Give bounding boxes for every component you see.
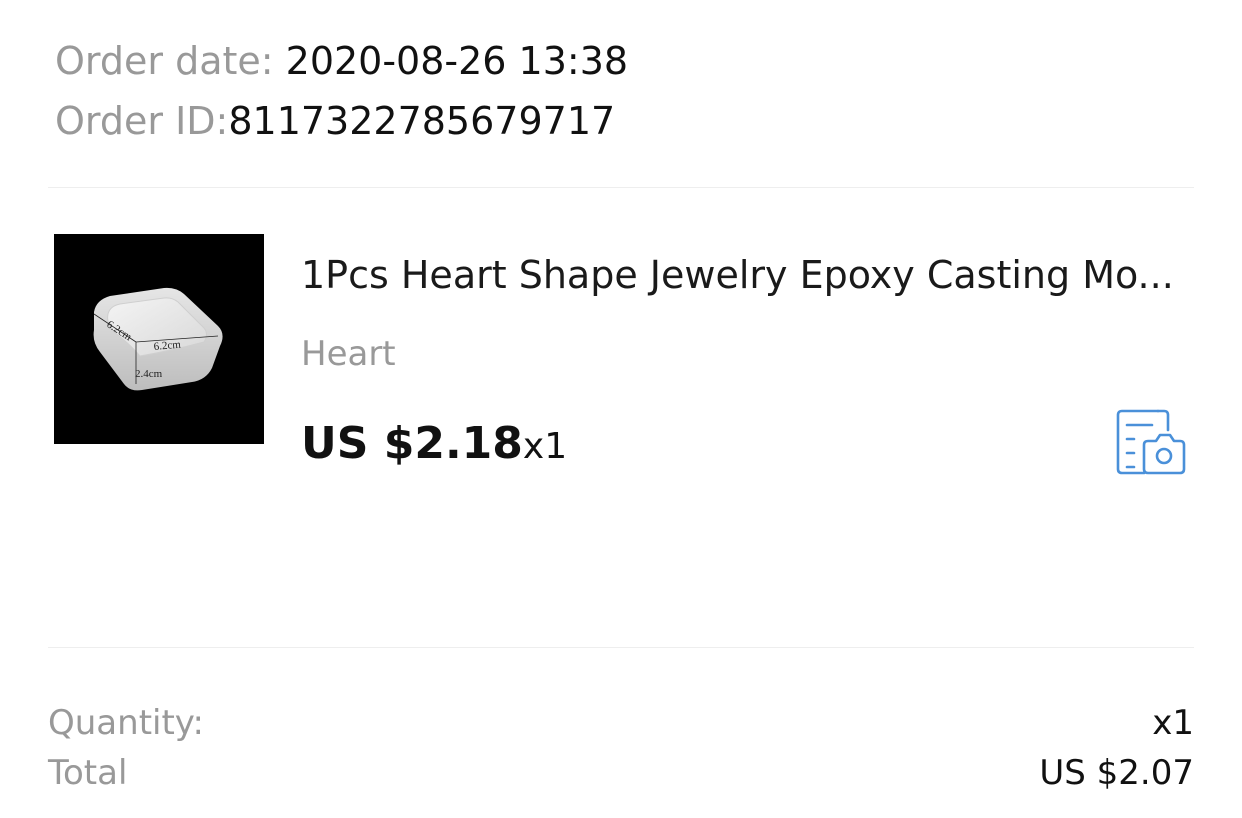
product-price-row: US $2.18x1	[301, 418, 567, 469]
order-id-label: Order ID:	[55, 99, 229, 143]
summary-total-value: US $2.07	[1039, 753, 1194, 793]
photo-review-button[interactable]	[1114, 408, 1188, 478]
order-date-value: 2020-08-26 13:38	[285, 39, 629, 83]
order-id-row: Order ID:8117322785679717	[55, 102, 615, 140]
product-title[interactable]: 1Pcs Heart Shape Jewelry Epoxy Casting M…	[301, 254, 1186, 298]
dimension-height-label: 2.4cm	[135, 368, 163, 380]
summary-total-label: Total	[48, 753, 128, 793]
product-image: 6.2cm 6.2cm 2.4cm	[93, 287, 223, 391]
divider	[48, 187, 1194, 188]
summary-quantity-label: Quantity:	[48, 703, 204, 743]
order-detail-page: Order date: 2020-08-26 13:38 Order ID:81…	[0, 0, 1242, 818]
photo-review-icon	[1116, 409, 1186, 475]
order-id-value[interactable]: 8117322785679717	[228, 99, 615, 143]
order-date-row: Order date: 2020-08-26 13:38	[55, 42, 628, 80]
divider	[48, 647, 1194, 648]
summary-quantity-value: x1	[1152, 703, 1194, 743]
product-quantity: x1	[522, 426, 568, 467]
order-date-label: Order date:	[55, 39, 286, 83]
product-price: US $2.18	[301, 418, 523, 469]
dimension-width-label: 6.2cm	[153, 339, 182, 353]
product-variant: Heart	[301, 334, 396, 374]
product-thumbnail[interactable]: 6.2cm 6.2cm 2.4cm	[54, 234, 264, 444]
